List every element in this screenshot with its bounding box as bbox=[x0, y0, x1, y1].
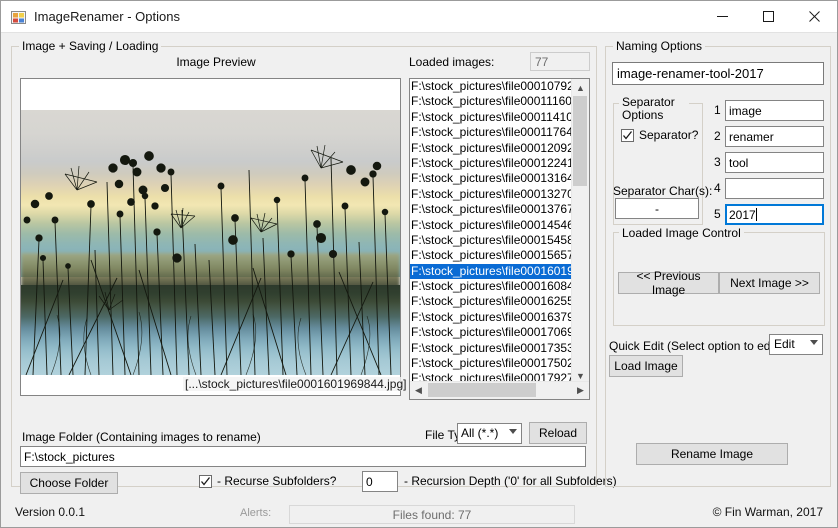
list-item[interactable]: F:\stock_pictures\file0001601969 bbox=[410, 263, 574, 280]
maximize-button[interactable] bbox=[745, 1, 791, 32]
image-preview-box[interactable] bbox=[20, 78, 401, 396]
photo-plant-silhouettes bbox=[23, 144, 392, 375]
copyright-label: © Fin Warman, 2017 bbox=[712, 505, 823, 519]
list-item[interactable]: F:\stock_pictures\file0001079221 bbox=[410, 79, 574, 94]
load-image-button[interactable]: Load Image bbox=[609, 355, 683, 377]
list-item[interactable]: F:\stock_pictures\file0001316404 bbox=[410, 171, 574, 186]
listbox-vertical-scrollbar[interactable]: ▲ ▼ bbox=[571, 79, 589, 384]
naming-options-group-label: Naming Options bbox=[613, 39, 706, 53]
close-icon bbox=[808, 11, 820, 22]
name-field-4[interactable] bbox=[725, 178, 824, 199]
window-title: ImageRenamer - Options bbox=[34, 9, 180, 24]
rename-image-button[interactable]: Rename Image bbox=[636, 443, 788, 465]
image-folder-input[interactable]: F:\stock_pictures bbox=[20, 446, 586, 467]
next-image-button[interactable]: Next Image >> bbox=[719, 272, 820, 294]
list-item[interactable]: F:\stock_pictures\file0001327015 bbox=[410, 187, 574, 202]
recurse-subfolders-label: - Recurse Subfolders? bbox=[217, 474, 337, 488]
vertical-scroll-thumb[interactable] bbox=[573, 96, 587, 186]
file-type-value: All (*.*) bbox=[461, 426, 499, 440]
loaded-images-count: 77 bbox=[530, 52, 590, 71]
list-item[interactable]: F:\stock_pictures\file0001637922 bbox=[410, 310, 574, 325]
quick-edit-select[interactable]: Edit bbox=[769, 334, 823, 355]
list-item[interactable]: F:\stock_pictures\file0001116000 bbox=[410, 94, 574, 109]
preview-filename-label: [...\stock_pictures\file0001601969844.jp… bbox=[183, 377, 409, 391]
separator-char-label: Separator Char(s): bbox=[613, 184, 713, 198]
recurse-subfolders-checkbox[interactable] bbox=[199, 475, 212, 488]
scroll-left-icon[interactable]: ◀ bbox=[410, 382, 427, 399]
quick-edit-value: Edit bbox=[774, 337, 795, 351]
app-squares-icon bbox=[11, 11, 26, 24]
text-caret bbox=[755, 208, 757, 221]
name-field-5[interactable]: 2017 bbox=[725, 204, 824, 225]
choose-folder-button[interactable]: Choose Folder bbox=[20, 472, 118, 494]
list-item[interactable]: F:\stock_pictures\file0001706961 bbox=[410, 325, 574, 340]
list-item[interactable]: F:\stock_pictures\file0001565782 bbox=[410, 248, 574, 263]
reload-button[interactable]: Reload bbox=[529, 422, 587, 444]
loaded-images-items[interactable]: F:\stock_pictures\file0001079221 F:\stock… bbox=[410, 79, 574, 384]
close-button[interactable] bbox=[791, 1, 837, 32]
listbox-horizontal-scrollbar[interactable]: ◀ ▶ bbox=[410, 381, 589, 399]
separator-char-input[interactable]: - bbox=[615, 198, 699, 219]
minimize-button[interactable] bbox=[699, 1, 745, 32]
horizontal-scroll-thumb[interactable] bbox=[428, 383, 536, 397]
list-item[interactable]: F:\stock_pictures\file0001625591 bbox=[410, 294, 574, 309]
list-item[interactable]: F:\stock_pictures\file0001454659 bbox=[410, 218, 574, 233]
recursion-depth-label: - Recursion Depth ('0' for all Subfolder… bbox=[404, 474, 617, 488]
separator-checkbox-label: Separator? bbox=[639, 128, 699, 142]
chevron-down-icon bbox=[509, 429, 517, 434]
separator-options-group-label: Separator Options bbox=[619, 96, 689, 122]
file-type-select[interactable]: All (*.*) bbox=[457, 423, 522, 444]
scroll-up-icon[interactable]: ▲ bbox=[572, 79, 589, 96]
quick-edit-label: Quick Edit (Select option to edit): bbox=[609, 339, 784, 353]
name-result-input[interactable]: image-renamer-tool-2017 bbox=[612, 62, 824, 85]
title-bar: ImageRenamer - Options bbox=[1, 1, 837, 33]
loaded-image-control-group-label: Loaded Image Control bbox=[619, 226, 744, 240]
loaded-images-listbox[interactable]: F:\stock_pictures\file0001079221 F:\stock… bbox=[409, 78, 590, 400]
list-item[interactable]: F:\stock_pictures\file0001750264 bbox=[410, 356, 574, 371]
list-item[interactable]: F:\stock_pictures\file0001209214 bbox=[410, 141, 574, 156]
image-saving-loading-group-label: Image + Saving / Loading bbox=[19, 39, 162, 53]
maximize-icon bbox=[762, 11, 774, 22]
list-item[interactable]: F:\stock_pictures\file0001735386 bbox=[410, 341, 574, 356]
scroll-right-icon[interactable]: ▶ bbox=[572, 382, 589, 399]
chevron-down-icon bbox=[810, 340, 818, 345]
name-field-2[interactable]: renamer bbox=[725, 126, 824, 147]
list-item[interactable]: F:\stock_pictures\file0001176452 bbox=[410, 125, 574, 140]
list-item[interactable]: F:\stock_pictures\file0001608482 bbox=[410, 279, 574, 294]
preview-photo bbox=[21, 110, 400, 375]
loaded-images-label: Loaded images: bbox=[409, 55, 495, 69]
list-item[interactable]: F:\stock_pictures\file0001224117 bbox=[410, 156, 574, 171]
list-item[interactable]: F:\stock_pictures\file0001376718 bbox=[410, 202, 574, 217]
image-preview-label: Image Preview bbox=[176, 55, 256, 69]
alerts-label: Alerts: bbox=[240, 507, 272, 519]
minimize-icon bbox=[716, 16, 728, 17]
version-label: Version 0.0.1 bbox=[15, 505, 86, 519]
name-field-3[interactable]: tool bbox=[725, 152, 824, 173]
separator-checkbox[interactable] bbox=[621, 129, 634, 142]
image-folder-label: Image Folder (Containing images to renam… bbox=[22, 430, 261, 444]
name-field-1[interactable]: image bbox=[725, 100, 824, 121]
alerts-status-box: Files found: 77 bbox=[289, 505, 575, 524]
recursion-depth-input[interactable]: 0 bbox=[362, 471, 398, 492]
list-item[interactable]: F:\stock_pictures\file0001141038 bbox=[410, 110, 574, 125]
list-item[interactable]: F:\stock_pictures\file0001545806 bbox=[410, 233, 574, 248]
application-window: ImageRenamer - Options Image + Saving / … bbox=[0, 0, 838, 528]
previous-image-button[interactable]: << Previous Image bbox=[618, 269, 719, 297]
